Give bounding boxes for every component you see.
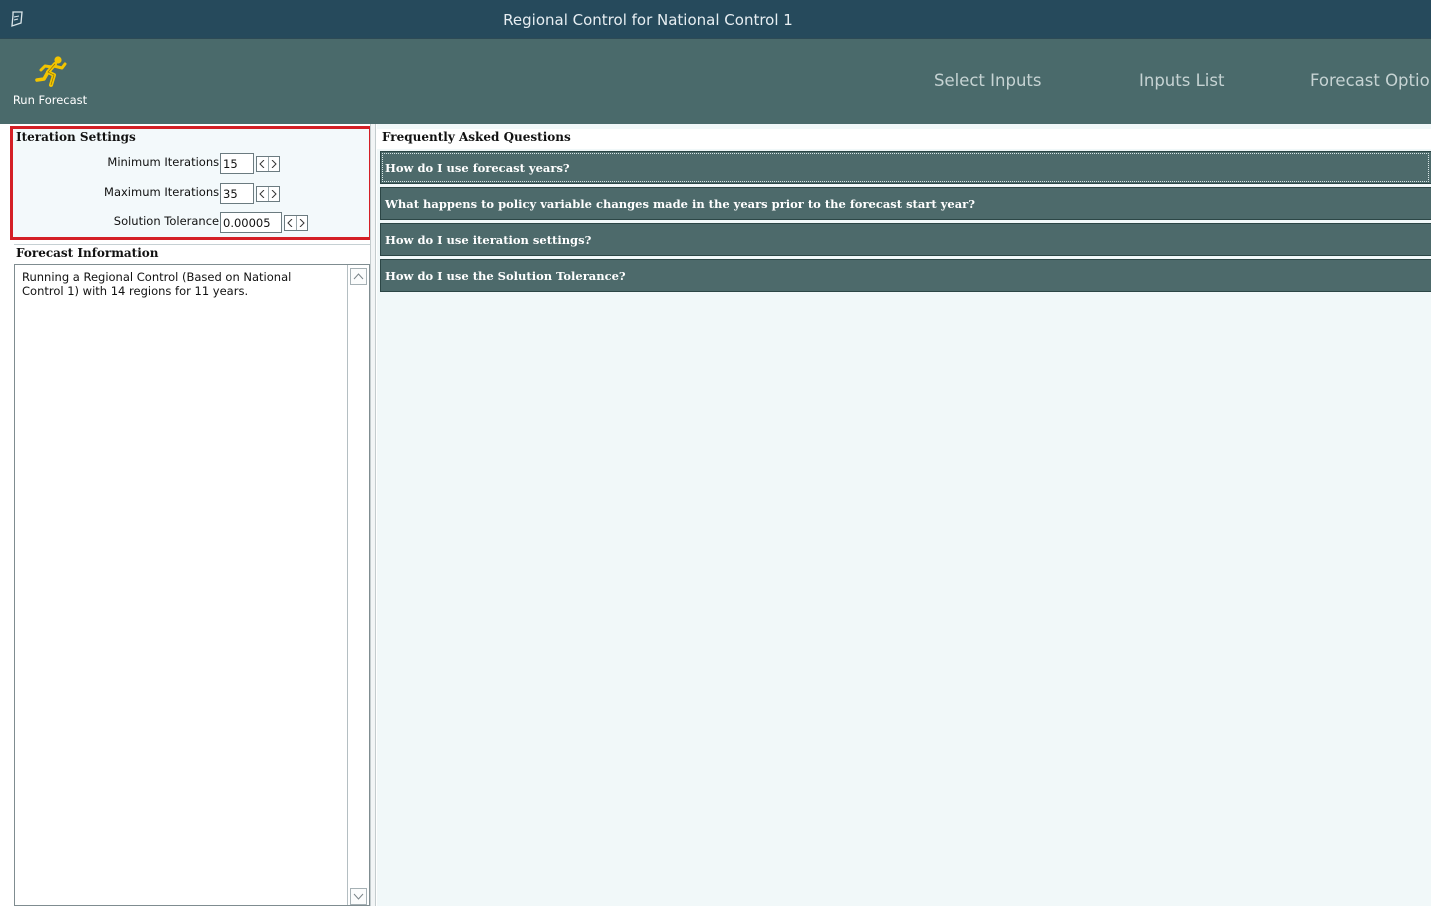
- min-iterations-row: Minimum Iterations: 15: [13, 151, 369, 175]
- increment-icon[interactable]: [268, 187, 279, 201]
- window-title: Regional Control for National Control 1: [503, 11, 793, 29]
- pane-splitter[interactable]: [370, 124, 376, 906]
- forecast-information-text: Running a Regional Control (Based on Nat…: [22, 270, 292, 298]
- max-iterations-row: Maximum Iterations: 35: [13, 181, 369, 205]
- run-forecast-button[interactable]: Run Forecast: [6, 53, 94, 115]
- decrement-icon[interactable]: [257, 187, 268, 201]
- title-bar: Regional Control for National Control 1: [0, 0, 1431, 38]
- solution-tolerance-input[interactable]: 0.00005: [220, 212, 282, 233]
- min-iterations-label: Minimum Iterations:: [107, 155, 223, 169]
- faq-question: How do I use forecast years?: [385, 161, 570, 175]
- faq-question: What happens to policy variable changes …: [385, 197, 975, 211]
- scroll-down-icon[interactable]: [350, 888, 367, 905]
- faq-item-policy-variable-changes[interactable]: What happens to policy variable changes …: [380, 187, 1431, 220]
- increment-icon[interactable]: [268, 157, 279, 171]
- min-iterations-input[interactable]: 15: [220, 153, 254, 174]
- max-iterations-spinner[interactable]: [256, 186, 280, 202]
- faq-item-solution-tolerance[interactable]: How do I use the Solution Tolerance?: [380, 259, 1431, 292]
- min-iterations-spinner[interactable]: [256, 156, 280, 172]
- run-forecast-label: Run Forecast: [12, 93, 88, 107]
- solution-tolerance-spinner[interactable]: [284, 215, 308, 231]
- iteration-settings-header: Iteration Settings: [16, 130, 136, 144]
- forecast-information-header: Forecast Information: [14, 244, 370, 261]
- toolbar: Run Forecast Select Inputs Inputs List F…: [0, 38, 1431, 124]
- max-iterations-input[interactable]: 35: [220, 183, 254, 204]
- max-iterations-label: Maximum Iterations:: [104, 185, 223, 199]
- left-pane: Iteration Settings Minimum Iterations: 1…: [0, 124, 372, 906]
- solution-tolerance-label: Solution Tolerance:: [113, 214, 223, 228]
- forecast-information-panel: Running a Regional Control (Based on Nat…: [14, 264, 370, 906]
- faq-header: Frequently Asked Questions: [377, 129, 1431, 149]
- faq-pane: Frequently Asked Questions How do I use …: [377, 124, 1431, 906]
- faq-item-iteration-settings[interactable]: How do I use iteration settings?: [380, 223, 1431, 256]
- forecast-information-scrollbar[interactable]: [347, 265, 369, 905]
- solution-tolerance-row: Solution Tolerance: 0.00005: [13, 210, 369, 234]
- increment-icon[interactable]: [296, 216, 307, 230]
- iteration-settings-panel: Iteration Settings Minimum Iterations: 1…: [10, 126, 372, 240]
- decrement-icon[interactable]: [285, 216, 296, 230]
- nav-forecast-options[interactable]: Forecast Option: [1310, 71, 1431, 90]
- faq-question: How do I use iteration settings?: [385, 233, 592, 247]
- faq-question: How do I use the Solution Tolerance?: [385, 269, 626, 283]
- nav-select-inputs[interactable]: Select Inputs: [934, 71, 1041, 90]
- running-man-icon: [35, 56, 67, 87]
- decrement-icon[interactable]: [257, 157, 268, 171]
- nav-inputs-list[interactable]: Inputs List: [1139, 71, 1224, 90]
- faq-item-forecast-years[interactable]: How do I use forecast years?: [380, 151, 1431, 184]
- scroll-up-icon[interactable]: [350, 268, 367, 285]
